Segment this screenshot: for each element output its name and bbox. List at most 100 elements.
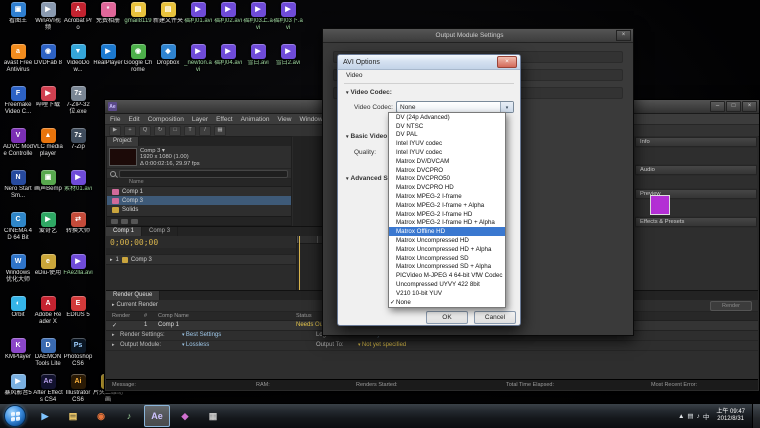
tray-icon[interactable]: ♪ (697, 413, 700, 420)
desktop-icon[interactable]: ◐ Orbit (3, 296, 33, 319)
output-dialog-titlebar[interactable]: Output Module Settings × (323, 29, 633, 43)
project-item[interactable]: Solids (107, 205, 291, 214)
twirl-icon[interactable] (112, 302, 115, 308)
codec-option[interactable]: Matrox MPEG-2 I-frame HD (389, 210, 505, 219)
show-desktop-button[interactable] (752, 404, 760, 428)
desktop-icon[interactable]: A Acrobat Pro (63, 2, 93, 31)
codec-option[interactable]: Matrox DVCPRO HD (389, 183, 505, 192)
render-button[interactable]: Render (710, 301, 752, 311)
desktop-icon[interactable]: ▶ 福利02.avi (213, 2, 243, 25)
desktop-icon[interactable]: ▣ 画声Bemp (33, 170, 63, 193)
codec-option[interactable]: V210 10-bit YUV (389, 289, 505, 298)
disclosure-icon[interactable] (346, 133, 349, 140)
taskbar-button[interactable]: ◆ (172, 405, 198, 427)
codec-option[interactable]: Intel IYUV codec (389, 148, 505, 157)
maximize-button[interactable]: □ (726, 101, 741, 112)
desktop-icon[interactable]: ◉ DVDFab 8 (33, 44, 63, 67)
menu-item[interactable]: Edit (128, 116, 139, 123)
video-tab[interactable]: Video (346, 72, 363, 79)
dock-panel-header[interactable]: Effects & Presets (635, 217, 757, 227)
timeline-tab-comp1[interactable]: Comp 1 (106, 227, 142, 236)
codec-option[interactable]: Matrox Uncompressed HD (389, 236, 505, 245)
render-settings-value[interactable]: Best Settings (182, 332, 221, 338)
footer-icon[interactable] (121, 219, 128, 224)
timeline-tab-comp3[interactable]: Comp 3 (142, 227, 178, 236)
codec-option[interactable]: ✓ None (389, 298, 505, 307)
tool-button[interactable]: + (124, 126, 136, 136)
video-codec-section[interactable]: Video Codec: (346, 89, 392, 96)
tool-button[interactable]: T (184, 126, 196, 136)
menu-item[interactable]: Effect (216, 116, 233, 123)
codec-option[interactable]: DV (24p Advanced) (389, 113, 505, 122)
menu-item[interactable]: Composition (148, 116, 184, 123)
close-button[interactable]: × (497, 56, 517, 68)
desktop-icon[interactable]: ▶ 福利01.avi (183, 2, 213, 25)
tray-icon[interactable]: 中 (703, 411, 710, 421)
menu-item[interactable]: Animation (241, 116, 270, 123)
desktop-icon[interactable]: F Freemake Video C... (3, 86, 33, 115)
desktop-icon[interactable]: ▣ 看图王 (3, 2, 33, 25)
current-render[interactable]: Current Render (112, 302, 158, 308)
avi-dialog-titlebar[interactable]: AVI Options × (338, 55, 520, 70)
desktop-icon[interactable]: Ai Illustrator CS6 (63, 374, 93, 403)
desktop-icon[interactable]: ▶ WinAVI视频 (33, 2, 63, 31)
desktop-icon[interactable]: A Adobe Reader X (33, 296, 63, 325)
codec-option[interactable]: Matrox Offline HD (389, 227, 505, 236)
desktop-icon[interactable]: ▤ gmail8119 (123, 2, 153, 25)
desktop-icon[interactable]: Ps Photoshop CS6 (63, 338, 93, 367)
tray-icon[interactable]: ▤ (687, 412, 693, 420)
disclosure-icon[interactable] (346, 175, 349, 182)
twirl-icon[interactable] (110, 257, 113, 263)
codec-option[interactable]: DV PAL (389, 131, 505, 140)
cancel-button[interactable]: Cancel (474, 311, 516, 324)
tool-button[interactable]: ▶ (109, 126, 121, 136)
desktop-icon[interactable]: ▶ FAe2lla.avi (63, 254, 93, 277)
desktop-icon[interactable]: ▶ 素材01.avi (63, 170, 93, 193)
desktop-icon[interactable]: 7z 7-Zip (63, 128, 93, 151)
taskbar-button[interactable]: Ae (144, 405, 170, 427)
tool-button[interactable]: ▦ (214, 126, 226, 136)
desktop-icon[interactable]: ▶ RealPlayer (93, 44, 123, 67)
layer-color-chip[interactable] (122, 257, 128, 263)
desktop-icon[interactable]: ▶ 暴风影音5 (3, 374, 33, 397)
tool-button[interactable]: Q (139, 126, 151, 136)
codec-option[interactable]: Matrox Uncompressed SD + Alpha (389, 263, 505, 272)
desktop-icon[interactable]: ▤ 新建文件夹 (153, 2, 183, 25)
timeline-layer-row[interactable]: 1 Comp 3 (106, 255, 296, 265)
menu-item[interactable]: View (278, 116, 292, 123)
start-button[interactable] (4, 405, 26, 427)
menu-item[interactable]: File (110, 116, 120, 123)
project-item-selected[interactable]: Comp 3 (107, 196, 291, 205)
desktop-icon[interactable]: ▶ 雪白2.avi (273, 44, 303, 67)
desktop-icon[interactable]: ▶ _newton.avi (183, 44, 213, 73)
project-tab[interactable]: Project (107, 137, 139, 146)
desktop-icon[interactable]: Ae After Effects CS4 (33, 374, 63, 403)
current-time-indicator[interactable] (299, 236, 300, 290)
menu-item[interactable]: Layer (192, 116, 208, 123)
desktop-icon[interactable]: ▶ 福利03下.avi (273, 2, 303, 31)
render-checkbox[interactable]: ✓ (112, 322, 117, 329)
desktop-icon[interactable]: ▲ VLC media player (33, 128, 63, 157)
dropdown-arrow-icon[interactable] (500, 102, 513, 112)
minimize-button[interactable]: – (710, 101, 725, 112)
disclosure-icon[interactable] (346, 89, 349, 96)
twirl-icon[interactable] (112, 332, 115, 338)
codec-option[interactable]: Matrox Uncompressed SD (389, 254, 505, 263)
footer-icon[interactable] (131, 219, 138, 224)
codec-option[interactable]: PICVideo M-JPEG 4 64-bit VfW Codec (389, 271, 505, 280)
tool-button[interactable]: / (199, 126, 211, 136)
desktop-icon[interactable]: ▼ VideoDow... (63, 44, 93, 73)
desktop-icon[interactable]: D DAEMON Tools Lite (33, 338, 63, 367)
desktop-icon[interactable]: ▶ 福利04.avi (213, 44, 243, 67)
project-column-name[interactable]: Name (107, 179, 291, 187)
codec-option[interactable]: Matrox DV/DVCAM (389, 157, 505, 166)
current-timecode[interactable]: 0;00;00;00 (106, 236, 296, 248)
desktop-icon[interactable]: ◆ Dropbox (153, 44, 183, 67)
tool-button[interactable]: □ (169, 126, 181, 136)
menu-item[interactable]: Window (300, 116, 323, 123)
codec-option[interactable]: Matrox DVCPRO50 (389, 175, 505, 184)
close-button[interactable]: × (616, 30, 631, 41)
render-queue-tab[interactable]: Render Queue (106, 291, 160, 300)
taskbar-button[interactable]: ▦ (200, 405, 226, 427)
project-item[interactable]: Comp 1 (107, 187, 291, 196)
